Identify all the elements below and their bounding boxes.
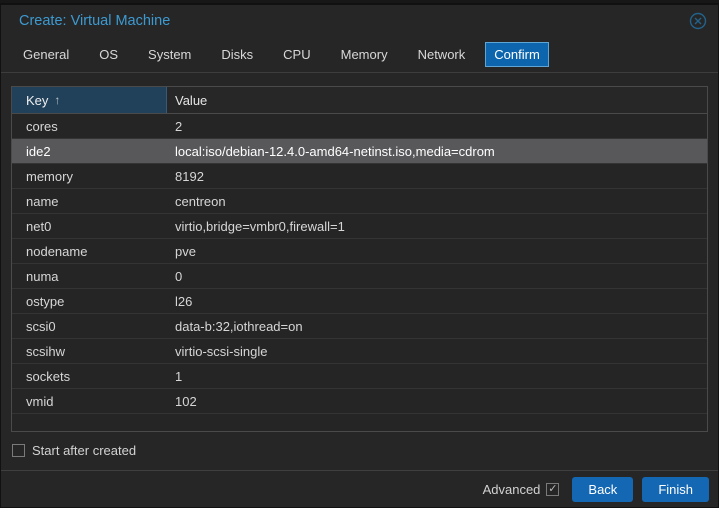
table-row[interactable]: vmid 102 <box>12 389 707 414</box>
close-icon[interactable] <box>688 11 708 31</box>
key-cell: cores <box>12 119 167 134</box>
dialog-footer: Advanced Back Finish <box>1 470 718 507</box>
column-header-key-label: Key <box>26 93 48 108</box>
table-body: cores 2 ide2 local:iso/debian-12.4.0-amd… <box>12 114 707 414</box>
tab-label: CPU <box>283 47 310 62</box>
table-row[interactable]: cores 2 <box>12 114 707 139</box>
sort-ascending-icon: ↑ <box>54 93 60 107</box>
create-vm-dialog: Create: Virtual Machine General OS Syste… <box>0 4 719 508</box>
value-cell: 102 <box>167 394 707 409</box>
value-cell: local:iso/debian-12.4.0-amd64-netinst.is… <box>167 144 707 159</box>
column-header-value-label: Value <box>175 93 207 108</box>
value-cell: 8192 <box>167 169 707 184</box>
key-cell: net0 <box>12 219 167 234</box>
value-cell: pve <box>167 244 707 259</box>
key-cell: scsi0 <box>12 319 167 334</box>
summary-table: Key ↑ Value cores 2 ide2 local:iso/debia… <box>11 86 708 432</box>
tab[interactable]: Confirm <box>485 42 549 67</box>
advanced-option: Advanced <box>483 482 560 497</box>
value-cell: virtio-scsi-single <box>167 344 707 359</box>
dialog-titlebar: Create: Virtual Machine <box>1 5 718 36</box>
table-row[interactable]: memory 8192 <box>12 164 707 189</box>
table-row[interactable]: scsihw virtio-scsi-single <box>12 339 707 364</box>
table-row[interactable]: numa 0 <box>12 264 707 289</box>
tab-label: Confirm <box>494 47 540 62</box>
start-after-created-label: Start after created <box>32 443 136 458</box>
key-cell: sockets <box>12 369 167 384</box>
finish-button[interactable]: Finish <box>642 477 709 502</box>
table-row[interactable]: scsi0 data-b:32,iothread=on <box>12 314 707 339</box>
value-cell: 1 <box>167 369 707 384</box>
tab-label: General <box>23 47 69 62</box>
tab-label: Network <box>418 47 466 62</box>
value-cell: data-b:32,iothread=on <box>167 319 707 334</box>
value-cell: 2 <box>167 119 707 134</box>
column-header-key[interactable]: Key ↑ <box>12 87 167 113</box>
table-row[interactable]: net0 virtio,bridge=vmbr0,firewall=1 <box>12 214 707 239</box>
tab[interactable]: System <box>133 42 206 67</box>
tab-label: Memory <box>341 47 388 62</box>
advanced-checkbox[interactable] <box>546 483 559 496</box>
key-cell: ide2 <box>12 144 167 159</box>
confirm-panel: Key ↑ Value cores 2 ide2 local:iso/debia… <box>1 73 718 470</box>
tab-label: OS <box>99 47 118 62</box>
tab-label: Disks <box>221 47 253 62</box>
key-cell: numa <box>12 269 167 284</box>
table-header-row: Key ↑ Value <box>12 87 707 114</box>
table-row[interactable]: nodename pve <box>12 239 707 264</box>
value-cell: 0 <box>167 269 707 284</box>
tab[interactable]: Memory <box>326 42 403 67</box>
key-cell: scsihw <box>12 344 167 359</box>
advanced-label: Advanced <box>483 482 541 497</box>
tab[interactable]: Network <box>403 42 481 67</box>
back-button[interactable]: Back <box>572 477 633 502</box>
start-after-created-option: Start after created <box>12 443 708 458</box>
key-cell: nodename <box>12 244 167 259</box>
screen: Create: Virtual Machine General OS Syste… <box>0 0 719 508</box>
value-cell: l26 <box>167 294 707 309</box>
tab-label: System <box>148 47 191 62</box>
table-row[interactable]: ide2 local:iso/debian-12.4.0-amd64-netin… <box>12 139 707 164</box>
tab[interactable]: OS <box>84 42 133 67</box>
table-row[interactable]: sockets 1 <box>12 364 707 389</box>
column-header-value[interactable]: Value <box>167 87 707 113</box>
value-cell: virtio,bridge=vmbr0,firewall=1 <box>167 219 707 234</box>
key-cell: memory <box>12 169 167 184</box>
table-row[interactable]: name centreon <box>12 189 707 214</box>
wizard-tabs: General OS System Disks CPU Memory Netwo… <box>1 36 718 73</box>
key-cell: name <box>12 194 167 209</box>
tab[interactable]: General <box>8 42 84 67</box>
tab[interactable]: CPU <box>268 42 325 67</box>
tab[interactable]: Disks <box>206 42 268 67</box>
table-row[interactable]: ostype l26 <box>12 289 707 314</box>
start-after-created-checkbox[interactable] <box>12 444 25 457</box>
dialog-title: Create: Virtual Machine <box>19 13 170 29</box>
key-cell: ostype <box>12 294 167 309</box>
key-cell: vmid <box>12 394 167 409</box>
value-cell: centreon <box>167 194 707 209</box>
